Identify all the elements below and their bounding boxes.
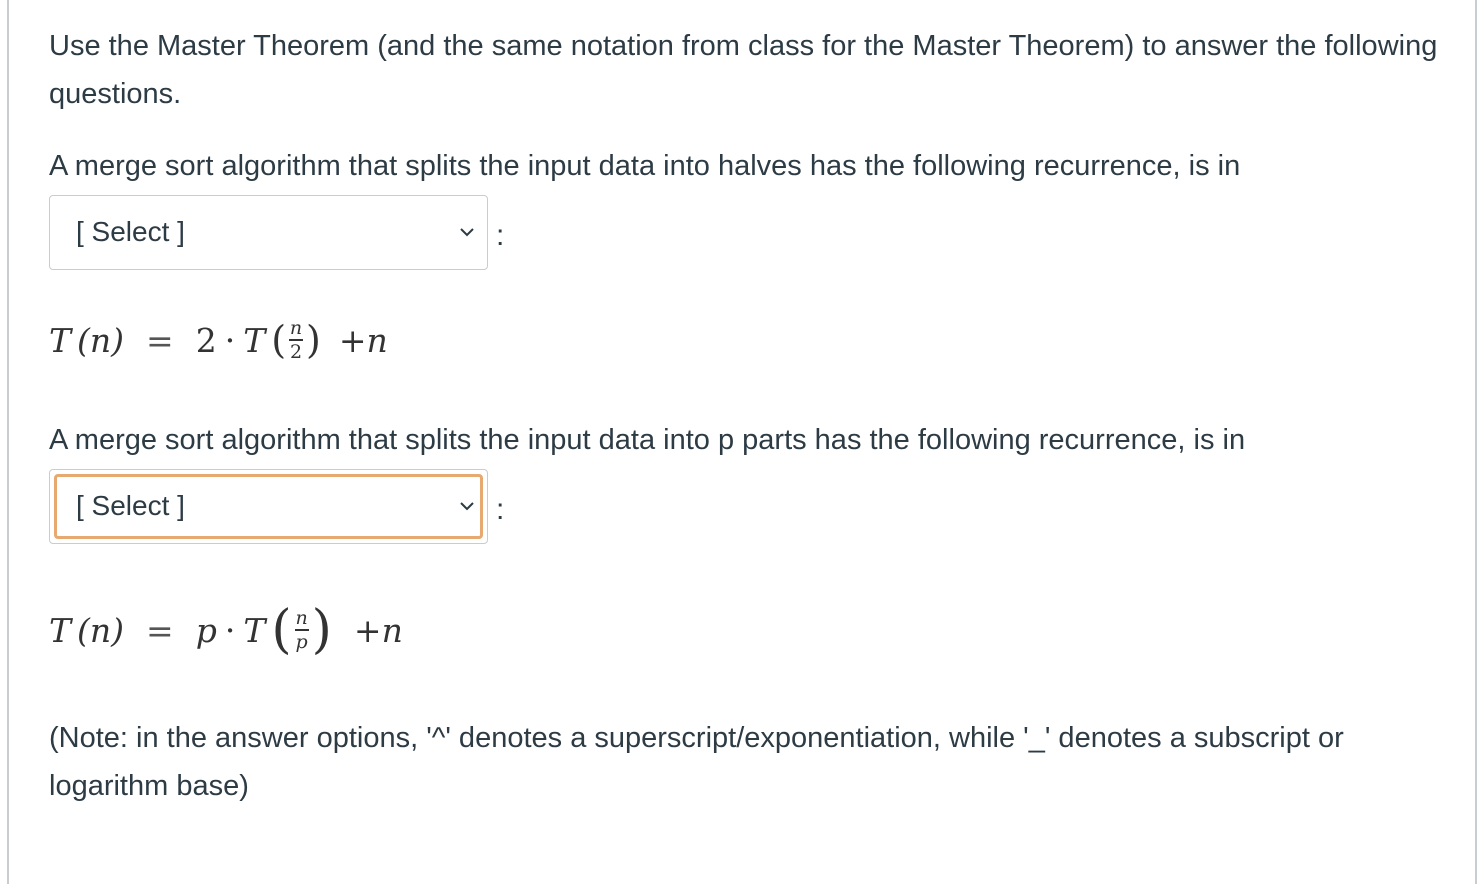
math-dot: · [224,610,236,650]
math-T: T [49,320,72,360]
math-plus: + [338,320,367,360]
recurrence-equation: T (n) = 2 · T ( n 2 ) + n [49,317,388,363]
chevron-down-icon [460,227,474,236]
question-2-formula: T (n) = p · T ( n p ) + n [49,544,1449,714]
note-text: (Note: in the answer options, '^' denote… [49,722,1344,802]
math-T: T [243,610,266,650]
math-coefficient: p [195,610,217,650]
math-T: T [243,320,266,360]
intro-text: Use the Master Theorem (and the same not… [49,30,1438,110]
question-2-select-row: [ Select ] : [49,468,1449,544]
dropdown-selected-value: [ Select ] [76,215,185,247]
recurrence-equation: T (n) = p · T ( n p ) + n [49,600,403,660]
math-arg: (n) [77,610,125,650]
math-arg: (n) [77,320,125,360]
question-1-prompt: A merge sort algorithm that splits the i… [49,150,1241,182]
math-fraction: n p [294,607,309,653]
math-equals: = [146,610,174,650]
colon: : [496,493,505,526]
math-n: n [381,610,403,650]
question-1-answer-dropdown[interactable]: [ Select ] [49,194,488,270]
dropdown-selected-value: [ Select ] [76,489,185,521]
question-1-select-row: [ Select ] : [49,194,1449,270]
question-2-answer-dropdown[interactable]: [ Select ] [49,468,488,544]
question-2-prompt: A merge sort algorithm that splits the i… [49,424,1246,456]
math-n: n [366,320,388,360]
math-dot: · [224,320,236,360]
math-coefficient: 2 [195,320,217,360]
math-equals: = [146,320,174,360]
math-T: T [49,610,72,650]
question-1-formula: T (n) = 2 · T ( n 2 ) + n [49,270,1449,416]
question-body: Use the Master Theorem (and the same not… [49,22,1449,810]
colon: : [496,219,505,252]
math-plus: + [353,610,382,650]
math-fraction: n 2 [289,317,304,363]
chevron-down-icon [460,501,474,510]
